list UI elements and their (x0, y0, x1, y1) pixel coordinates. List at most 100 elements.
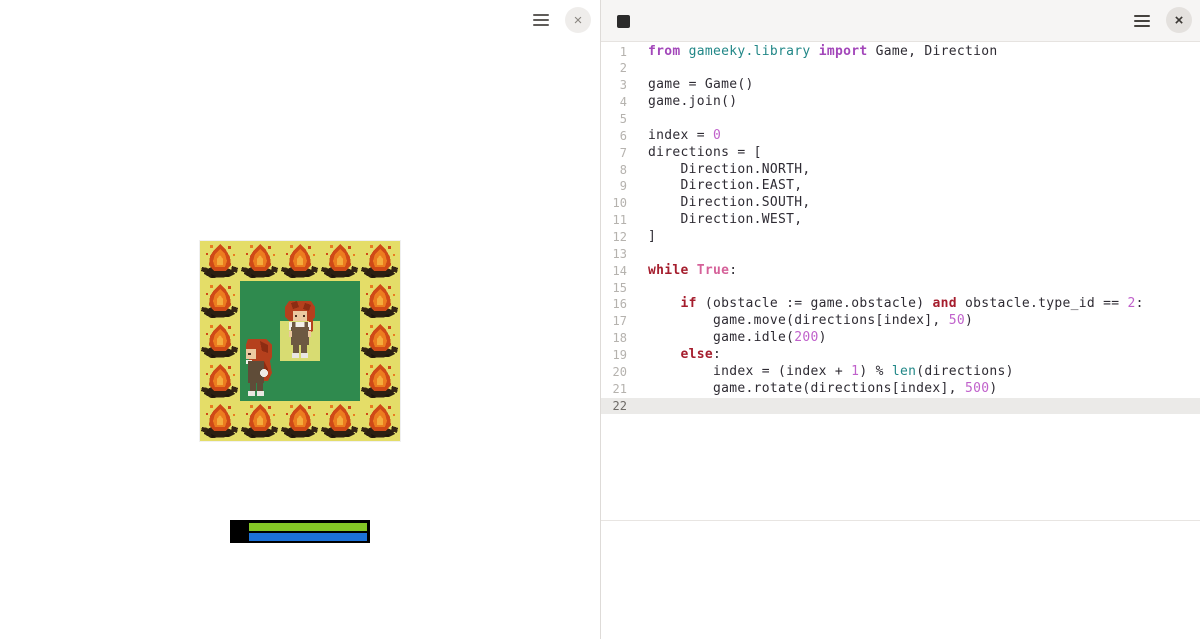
hamburger-icon (533, 24, 549, 26)
code-line: 21 game.rotate(directions[index], 500) (601, 381, 1200, 398)
line-number: 12 (601, 229, 627, 246)
close-icon: × (1175, 13, 1184, 28)
campfire-icon (360, 281, 400, 321)
tile-campfire (200, 361, 240, 401)
gameeky-app: × × 1from gameeky.library import Game, D… (0, 0, 1200, 639)
tile-campfire (200, 281, 240, 321)
output-console (601, 520, 1200, 639)
code-text: Direction.SOUTH, (627, 195, 811, 212)
game-viewer-pane: × (0, 0, 600, 639)
stop-button[interactable] (617, 14, 631, 28)
code-line: 3game = Game() (601, 77, 1200, 94)
code-line: 9 Direction.EAST, (601, 178, 1200, 195)
code-line: 17 game.move(directions[index], 50) (601, 313, 1200, 330)
game-scene[interactable] (200, 241, 400, 441)
code-text: game.idle(200) (627, 330, 827, 347)
code-line: 7directions = [ (601, 145, 1200, 162)
campfire-icon (240, 241, 280, 281)
stop-icon (617, 15, 630, 28)
code-line: 19 else: (601, 347, 1200, 364)
line-number: 6 (601, 128, 627, 145)
line-number: 1 (601, 44, 627, 61)
tile-grass (320, 321, 360, 361)
code-text: directions = [ (627, 145, 762, 162)
code-line: 15 (601, 280, 1200, 297)
code-text: game.join() (627, 94, 737, 111)
line-number: 14 (601, 263, 627, 280)
code-text: game.rotate(directions[index], 500) (627, 381, 997, 398)
campfire-icon (280, 241, 320, 281)
campfire-icon (200, 281, 240, 321)
code-text: game = Game() (627, 77, 754, 94)
green-stat-bar (249, 523, 367, 531)
code-line: 8 Direction.NORTH, (601, 162, 1200, 179)
tile-grass (320, 361, 360, 401)
hamburger-icon (533, 19, 549, 21)
close-icon: × (574, 13, 583, 28)
line-number: 9 (601, 178, 627, 195)
code-line: 22 (601, 398, 1200, 415)
tile-campfire (360, 321, 400, 361)
hamburger-icon (533, 14, 549, 16)
code-line: 6index = 0 (601, 128, 1200, 145)
line-number: 19 (601, 347, 627, 364)
line-number: 3 (601, 77, 627, 94)
line-number: 20 (601, 364, 627, 381)
hamburger-icon (1134, 25, 1150, 27)
hamburger-icon (1134, 20, 1150, 22)
code-text: from gameeky.library import Game, Direct… (627, 44, 998, 61)
line-number: 22 (601, 398, 627, 415)
code-line: 16 if (obstacle := game.obstacle) and ob… (601, 296, 1200, 313)
line-number: 21 (601, 381, 627, 398)
campfire-icon (280, 401, 320, 441)
campfire-icon (360, 241, 400, 281)
campfire-icon (240, 401, 280, 441)
code-text: if (obstacle := game.obstacle) and obsta… (627, 296, 1144, 313)
hamburger-icon (1134, 15, 1150, 17)
code-text: Direction.WEST, (627, 212, 802, 229)
line-number: 5 (601, 111, 627, 128)
tile-campfire (360, 241, 400, 281)
campfire-icon (360, 401, 400, 441)
tile-campfire (320, 401, 360, 441)
line-number: 11 (601, 212, 627, 229)
code-text: index = 0 (627, 128, 721, 145)
character-side (240, 337, 274, 397)
blue-stat-bar (249, 533, 367, 541)
tile-campfire (200, 401, 240, 441)
editor-menu-button[interactable] (1131, 11, 1153, 31)
code-line: 20 index = (index + 1) % len(directions) (601, 364, 1200, 381)
code-text (627, 280, 648, 297)
tile-campfire (280, 401, 320, 441)
code-line: 13 (601, 246, 1200, 263)
code-text: while True: (627, 263, 737, 280)
editor-close-button[interactable]: × (1166, 7, 1192, 33)
code-line: 12] (601, 229, 1200, 246)
code-line: 1from gameeky.library import Game, Direc… (601, 44, 1200, 61)
tile-campfire (240, 401, 280, 441)
viewer-close-button[interactable]: × (565, 7, 591, 33)
code-line: 5 (601, 111, 1200, 128)
tile-campfire (360, 361, 400, 401)
tile-campfire (320, 241, 360, 281)
tile-grass (280, 361, 320, 401)
line-number: 18 (601, 330, 627, 347)
tile-grass (320, 281, 360, 321)
tile-campfire (360, 281, 400, 321)
campfire-icon (200, 361, 240, 401)
code-editor-pane: × 1from gameeky.library import Game, Dir… (600, 0, 1200, 639)
tile-grass (240, 281, 280, 321)
code-line: 2 (601, 60, 1200, 77)
tile-campfire (200, 321, 240, 361)
code-editor[interactable]: 1from gameeky.library import Game, Direc… (601, 42, 1200, 520)
code-text (627, 246, 648, 263)
campfire-icon (200, 321, 240, 361)
code-line: 14while True: (601, 263, 1200, 280)
code-line: 11 Direction.WEST, (601, 212, 1200, 229)
line-number: 4 (601, 94, 627, 111)
line-number: 7 (601, 145, 627, 162)
code-text: Direction.NORTH, (627, 162, 811, 179)
line-number: 10 (601, 195, 627, 212)
viewer-menu-button[interactable] (530, 10, 552, 30)
line-number: 2 (601, 60, 627, 77)
